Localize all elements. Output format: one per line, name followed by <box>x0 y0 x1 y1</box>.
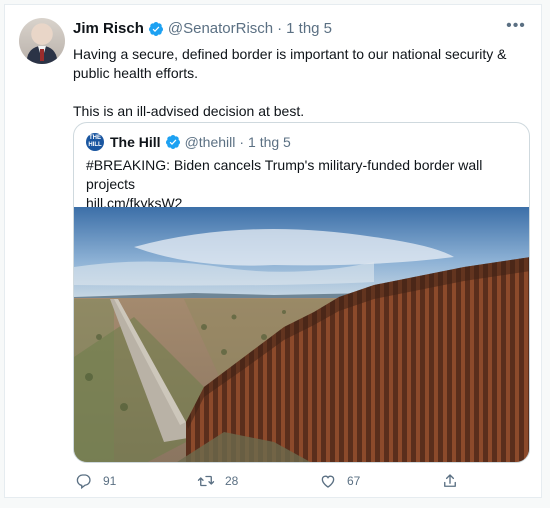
quoted-text: #BREAKING: Biden cancels Trump's militar… <box>86 156 522 213</box>
author-handle[interactable]: @SenatorRisch <box>168 20 273 38</box>
tweet-text: Having a secure, defined border is impor… <box>73 45 513 121</box>
border-wall-photo[interactable] <box>74 207 530 463</box>
share-button[interactable] <box>441 472 469 490</box>
tweet-actions: 91 28 67 <box>73 472 473 494</box>
retweet-button[interactable]: 28 <box>197 472 238 490</box>
heart-icon <box>321 475 335 488</box>
quoted-author-name[interactable]: The Hill <box>110 133 161 151</box>
logo-line: HILL <box>88 142 102 148</box>
quoted-header: THE HILL The Hill @thehill · 1 thg 5 <box>86 133 291 151</box>
tweet-paragraph: This is an ill-advised decision at best. <box>73 103 305 119</box>
quoted-text-line: #BREAKING: Biden cancels Trump's militar… <box>86 157 483 192</box>
reply-count: 91 <box>103 474 117 488</box>
retweet-count: 28 <box>225 474 239 488</box>
author-avatar[interactable] <box>19 18 65 64</box>
like-button[interactable]: 67 <box>319 472 360 490</box>
quoted-separator: · <box>239 134 245 150</box>
header-separator: · <box>277 20 283 37</box>
like-count: 67 <box>347 474 361 488</box>
quoted-time[interactable]: 1 thg 5 <box>248 133 291 151</box>
reply-button[interactable]: 91 <box>75 472 116 490</box>
tweet-time[interactable]: 1 thg 5 <box>286 20 332 38</box>
author-name[interactable]: Jim Risch <box>73 20 144 38</box>
tweet-paragraph: Having a secure, defined border is impor… <box>73 46 507 81</box>
reply-icon <box>76 474 91 490</box>
verified-badge-icon <box>148 22 163 36</box>
tweet-header: Jim Risch @SenatorRisch · 1 thg 5 <box>73 20 332 38</box>
verified-badge-icon <box>165 135 180 149</box>
the-hill-logo-icon: THE HILL <box>86 133 104 151</box>
tweet-card[interactable]: Jim Risch @SenatorRisch · 1 thg 5 ••• Ha… <box>4 4 542 498</box>
quoted-handle[interactable]: @thehill <box>185 133 236 151</box>
logo-line: THE <box>89 135 101 141</box>
more-options-icon[interactable]: ••• <box>505 18 527 37</box>
share-icon <box>444 474 456 487</box>
quoted-tweet[interactable]: THE HILL The Hill @thehill · 1 thg 5 #BR… <box>73 122 530 463</box>
avatar-tie <box>40 49 44 61</box>
retweet-icon <box>197 475 215 487</box>
